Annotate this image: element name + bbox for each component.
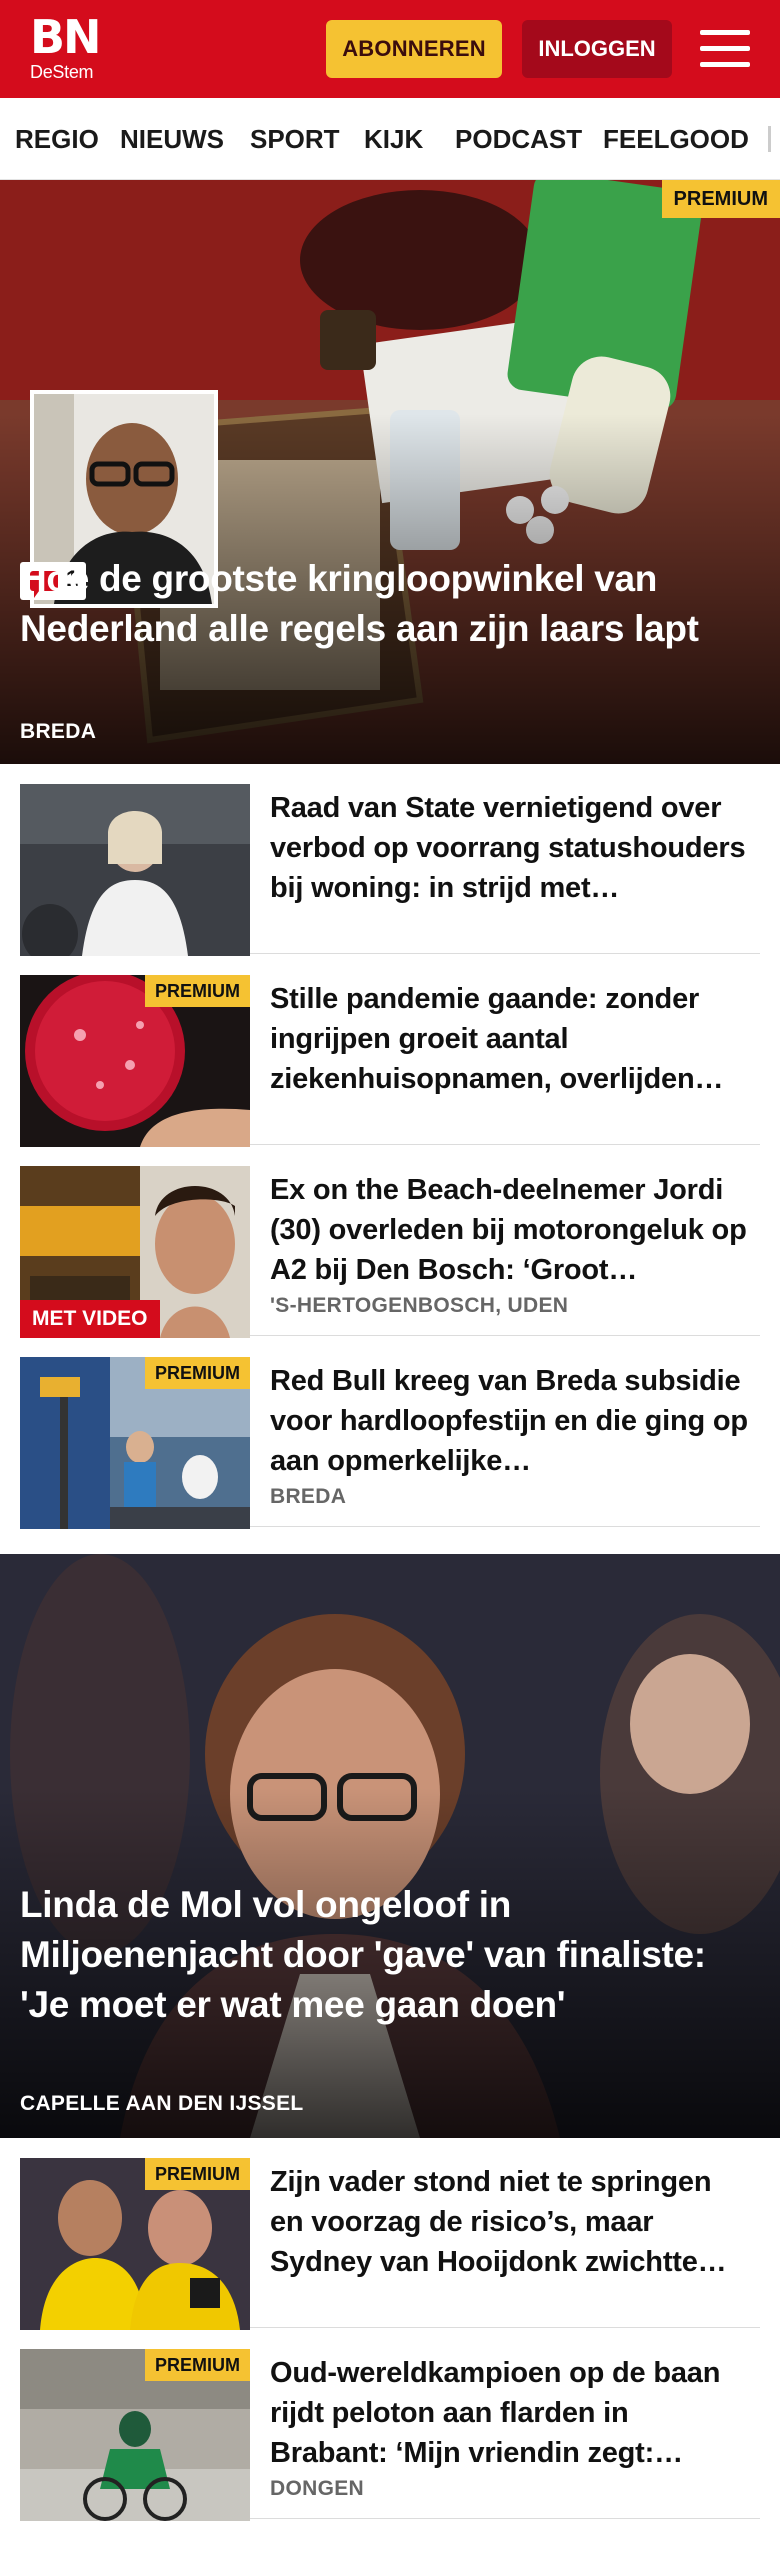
logo-sub: DeStem	[30, 62, 94, 82]
article-thumbnail: PREMIUM	[20, 2158, 250, 2330]
list-item[interactable]: PREMIUM Zijn vader stond niet te springe…	[20, 2138, 760, 2330]
nav-overflow-edge	[768, 126, 771, 152]
video-badge: MET VIDEO	[20, 1300, 160, 1338]
hero-location: BREDA	[20, 720, 97, 743]
list-item[interactable]: PREMIUM Oud-wereldkampioen op de baan ri…	[20, 2329, 760, 2521]
logo-main: BN	[30, 10, 102, 64]
premium-badge: PREMIUM	[661, 180, 780, 218]
article-location: DONGEN	[270, 2477, 364, 2500]
login-button[interactable]: INLOGGEN	[522, 20, 672, 78]
nav-item-kijk[interactable]: KIJK	[364, 98, 423, 179]
hero-article-miljoenenjacht[interactable]: Linda de Mol vol ongeloof in Miljoenenja…	[0, 1554, 780, 2138]
premium-badge: PREMIUM	[145, 2158, 250, 2190]
nav-item-nieuws[interactable]: NIEUWS	[120, 98, 224, 179]
article-title[interactable]: Ex on the Beach-deelnemer Jordi (30) ove…	[270, 1170, 750, 1290]
article-location: BREDA	[270, 1485, 347, 1508]
article-thumbnail	[20, 784, 250, 956]
article-thumbnail: PREMIUM	[20, 975, 250, 1147]
nav-item-regio[interactable]: REGIO	[15, 98, 99, 179]
hero-title[interactable]: Hoe de grootste kringloopwinkel van Nede…	[20, 554, 760, 654]
article-title[interactable]: Red Bull kreeg van Breda subsidie voor h…	[270, 1361, 750, 1481]
article-title[interactable]: Oud-wereldkampioen op de baan rijdt pelo…	[270, 2353, 750, 2473]
list-item[interactable]: PREMIUM Red Bull kreeg van Breda subsidi…	[20, 1337, 760, 1529]
hero-article-kringloop[interactable]: PREMIUM 1 Hoe de grootste kringloopwinke…	[0, 180, 780, 764]
list-item[interactable]: MET VIDEO Ex on the Beach-deelnemer Jord…	[20, 1146, 760, 1338]
list-item[interactable]: PREMIUM Stille pandemie gaande: zonder i…	[20, 955, 760, 1147]
premium-badge: PREMIUM	[145, 975, 250, 1007]
article-thumbnail: MET VIDEO	[20, 1166, 250, 1338]
hamburger-menu-icon[interactable]	[700, 28, 750, 70]
subscribe-button[interactable]: ABONNEREN	[326, 20, 502, 78]
nav-item-sport[interactable]: SPORT	[250, 98, 340, 179]
site-header: BN DeStem ABONNEREN INLOGGEN	[0, 0, 780, 98]
article-title[interactable]: Zijn vader stond niet te springen en voo…	[270, 2162, 750, 2282]
nav-item-feelgood[interactable]: FEELGOOD	[603, 98, 749, 179]
article-title[interactable]: Raad van State vernietigend over verbod …	[270, 788, 750, 908]
list-item[interactable]: Raad van State vernietigend over verbod …	[20, 764, 760, 956]
article-thumbnail: PREMIUM	[20, 1357, 250, 1529]
site-logo[interactable]: BN DeStem	[30, 10, 102, 82]
premium-badge: PREMIUM	[145, 1357, 250, 1389]
nav-item-podcast[interactable]: PODCAST	[455, 98, 582, 179]
hero-title[interactable]: Linda de Mol vol ongeloof in Miljoenenja…	[20, 1880, 760, 2030]
section-nav: REGIO NIEUWS SPORT KIJK PODCAST FEELGOOD	[0, 98, 780, 180]
article-thumbnail: PREMIUM	[20, 2349, 250, 2521]
article-location: 'S-HERTOGENBOSCH, UDEN	[270, 1294, 569, 1317]
article-title[interactable]: Stille pandemie gaande: zonder ingrijpen…	[270, 979, 750, 1099]
premium-badge: PREMIUM	[145, 2349, 250, 2381]
hero-location: CAPELLE AAN DEN IJSSEL	[20, 2092, 304, 2115]
